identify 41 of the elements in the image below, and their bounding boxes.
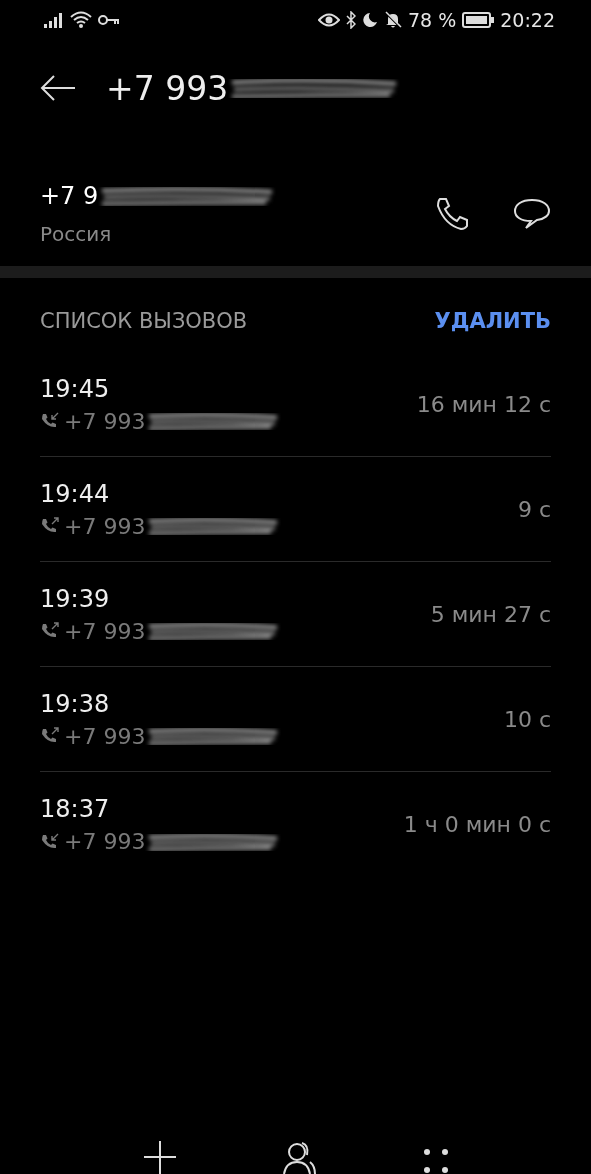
phone-number: +7 9 [40, 182, 99, 210]
battery-icon [462, 12, 495, 28]
outgoing-call-icon [40, 727, 60, 745]
outgoing-call-icon [40, 622, 60, 640]
incoming-call-icon [40, 412, 60, 430]
more-icon[interactable] [422, 1146, 449, 1174]
eye-icon [317, 13, 340, 27]
bluetooth-icon [345, 11, 356, 29]
country-label: Россия [40, 222, 113, 246]
caller-number: +7 993 [64, 618, 146, 644]
delete-button[interactable]: УДАЛИТЬ [434, 309, 551, 333]
moon-icon [361, 12, 378, 28]
caller-number: +7 993 [64, 513, 146, 539]
call-duration: 5 мин 27 с [430, 601, 551, 627]
caller-number: +7 993 [64, 408, 146, 434]
call-time: 19:45 [40, 374, 111, 403]
caller-number: +7 993 [64, 829, 146, 854]
call-time: 18:37 [40, 795, 111, 823]
call-time: 19:44 [40, 479, 111, 508]
call-time: 19:38 [40, 689, 111, 718]
call-duration: 9 с [517, 496, 551, 522]
phone-icon[interactable] [435, 197, 469, 231]
clock: 20:22 [500, 9, 555, 31]
call-duration: 1 ч 0 мин 0 с [403, 812, 551, 837]
battery-percent: 78 % [407, 9, 457, 31]
signal-icon [44, 12, 64, 28]
caller-number: +7 993 [64, 723, 146, 749]
back-arrow-icon[interactable] [40, 74, 76, 102]
incoming-call-icon [40, 832, 60, 851]
add-icon[interactable] [142, 1140, 177, 1174]
wifi-icon [70, 11, 92, 29]
outgoing-call-icon [40, 517, 60, 535]
key-icon [98, 14, 120, 26]
call-duration: 10 с [503, 706, 551, 732]
muted-bell-icon [383, 11, 402, 29]
section-title: СПИСОК ВЫЗОВОВ [40, 309, 248, 333]
message-icon[interactable] [513, 198, 551, 230]
call-duration: 16 мин 12 с [416, 391, 551, 417]
contacts-icon[interactable] [281, 1140, 318, 1174]
contact-number-title: +7 993 [106, 68, 229, 108]
call-time: 19:39 [40, 584, 111, 613]
